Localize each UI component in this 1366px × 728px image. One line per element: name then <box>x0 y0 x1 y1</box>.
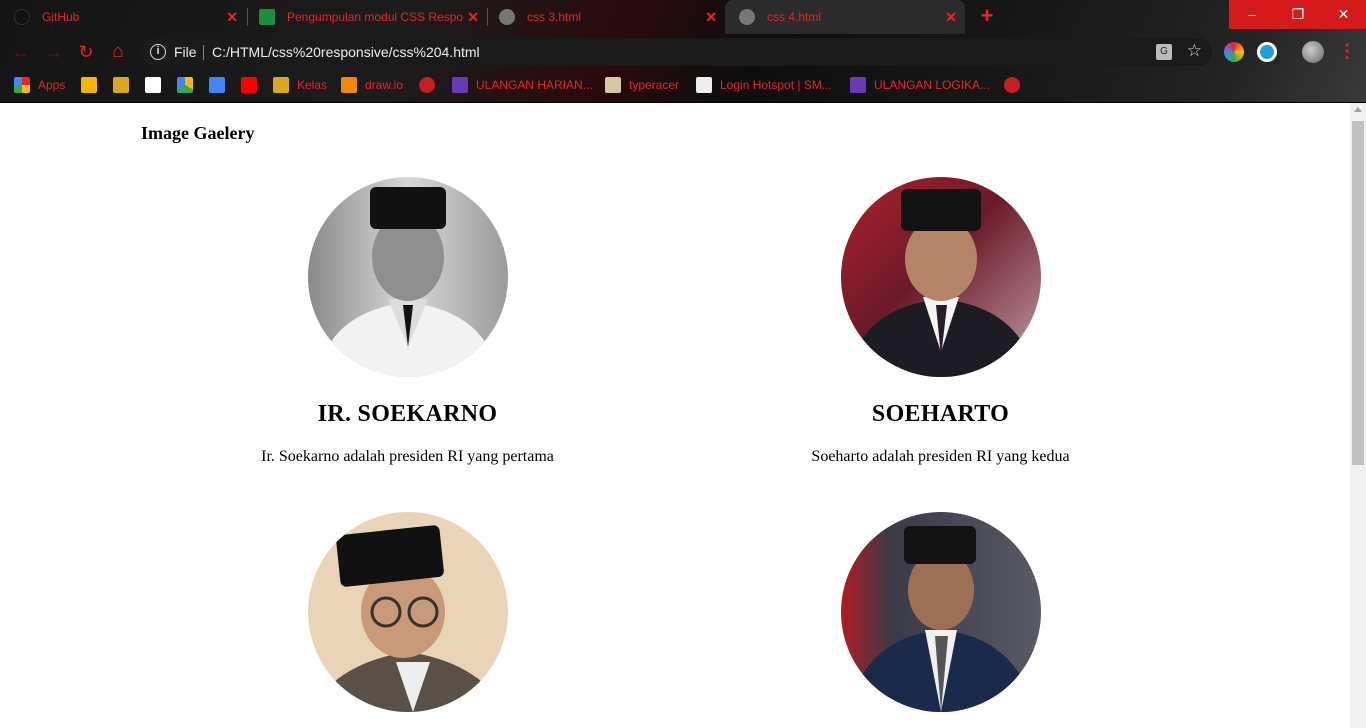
portrait-photo <box>840 512 1041 712</box>
scroll-up-arrow-icon[interactable] <box>1354 107 1362 112</box>
globe-icon <box>419 77 435 93</box>
card-description: Ir. Soekarno adalah presiden RI yang per… <box>261 448 554 465</box>
classroom-icon <box>259 9 275 25</box>
bookmark-label: Login Hotspot | SM... <box>720 78 832 92</box>
apps-grid-icon <box>14 77 30 93</box>
portrait-photo <box>307 512 508 712</box>
bookmark-item[interactable] <box>209 76 225 94</box>
page-scrollbar[interactable] <box>1350 103 1366 728</box>
scrollbar-thumb[interactable] <box>1352 121 1364 465</box>
bookmark-star-icon[interactable]: ☆ <box>1187 41 1202 61</box>
bookmark-item[interactable] <box>81 76 97 94</box>
forms-icon <box>850 77 866 93</box>
tab-title: GitHub <box>42 10 80 24</box>
tab-title: css 3.html <box>527 10 582 24</box>
docs-icon <box>209 77 225 93</box>
classroom-icon <box>273 77 289 93</box>
close-tab-icon[interactable]: ✕ <box>705 9 717 26</box>
info-icon[interactable]: i <box>150 44 166 60</box>
scheme-label: File <box>174 44 197 60</box>
close-window-button[interactable]: ✕ <box>1321 0 1366 29</box>
drawio-icon <box>341 77 357 93</box>
home-button[interactable]: ⌂ <box>107 41 129 63</box>
bookmark-item[interactable]: Kelas <box>273 76 327 94</box>
bookmark-item[interactable] <box>241 76 257 94</box>
bookmark-label: Kelas <box>297 78 328 92</box>
bookmark-item[interactable]: typeracer <box>605 76 679 94</box>
drive-icon <box>177 77 193 93</box>
bookmark-label: Apps <box>38 78 66 92</box>
portrait-photo <box>307 177 508 377</box>
bookmark-item[interactable]: Apps <box>14 76 65 94</box>
forward-button[interactable]: → <box>43 41 65 63</box>
gallery-card <box>141 512 674 712</box>
classroom-icon <box>113 77 129 93</box>
bookmark-item[interactable] <box>177 76 193 94</box>
tab-css4[interactable]: css 4.html ✕ <box>725 0 965 34</box>
card-name: SOEHARTO <box>871 401 1010 427</box>
github-icon <box>14 9 30 25</box>
new-tab-button[interactable]: + <box>976 5 998 28</box>
globe-icon <box>499 9 515 25</box>
close-tab-icon[interactable]: ✕ <box>226 9 238 26</box>
bookmark-item[interactable] <box>113 76 129 94</box>
tab-title: css 4.html <box>767 10 822 24</box>
bookmark-item[interactable]: Login Hotspot | SM... <box>696 76 832 94</box>
youtube-icon <box>241 77 257 93</box>
gmail-icon <box>145 77 161 93</box>
gallery-card <box>674 512 1207 712</box>
extension-loop-icon[interactable] <box>1257 42 1277 62</box>
close-tab-icon[interactable]: ✕ <box>467 9 479 26</box>
reload-button[interactable]: ↻ <box>75 41 97 63</box>
bookmark-item[interactable] <box>419 76 435 94</box>
divider <box>203 45 204 60</box>
address-bar[interactable]: i File C:/HTML/css%20responsive/css%204.… <box>140 38 1212 66</box>
tab-strip: GitHub ✕ Pengumpulan modul CSS Respon ✕ … <box>0 0 1230 34</box>
card-description: Soeharto adalah presiden RI yang kedua <box>811 448 1070 465</box>
bookmark-item[interactable] <box>145 76 161 94</box>
slides-icon <box>81 77 97 93</box>
bookmark-label: ULANGAN HARIAN... <box>476 78 593 92</box>
profile-avatar-icon[interactable] <box>1302 41 1324 63</box>
gallery-card: SOEHARTO Soeharto adalah presiden RI yan… <box>674 177 1207 466</box>
gallery-card: IR. SOEKARNO Ir. Soekarno adalah preside… <box>141 177 674 466</box>
minimize-button[interactable]: – <box>1229 0 1275 29</box>
tab-css3[interactable]: css 3.html ✕ <box>485 0 725 34</box>
restore-button[interactable]: ❐ <box>1275 0 1321 29</box>
close-tab-icon[interactable]: ✕ <box>945 9 957 26</box>
bookmark-item[interactable]: ULANGAN HARIAN... <box>452 76 593 94</box>
tab-title: Pengumpulan modul CSS Respon <box>287 10 463 24</box>
bookmark-label: typeracer <box>629 78 680 92</box>
browser-chrome: GitHub ✕ Pengumpulan modul CSS Respon ✕ … <box>0 0 1366 103</box>
bookmark-item[interactable]: draw.io <box>341 76 403 94</box>
bookmark-item[interactable] <box>1004 76 1020 94</box>
url-text[interactable]: C:/HTML/css%20responsive/css%204.html <box>212 44 480 60</box>
card-name: IR. SOEKARNO <box>317 401 498 427</box>
back-button[interactable]: ← <box>10 41 32 63</box>
page-viewport: Image Gaelery IR. SOEKARNO Ir. Soekarno … <box>0 103 1350 728</box>
menu-icon[interactable]: ⋮ <box>1338 42 1356 60</box>
tab-pengumpulan[interactable]: Pengumpulan modul CSS Respon ✕ <box>245 0 487 34</box>
bookmark-item[interactable]: ULANGAN LOGIKA... <box>850 76 990 94</box>
toolbar: ← → ↻ ⌂ i File C:/HTML/css%20responsive/… <box>0 34 1366 70</box>
tab-github[interactable]: GitHub ✕ <box>0 0 246 34</box>
bookmark-label: ULANGAN LOGIKA... <box>874 78 991 92</box>
globe-icon <box>1004 77 1020 93</box>
typeracer-icon <box>605 77 621 93</box>
hotspot-icon <box>696 77 712 93</box>
forms-icon <box>452 77 468 93</box>
globe-icon <box>739 9 755 25</box>
bookmark-label: draw.io <box>365 78 404 92</box>
translate-icon[interactable]: G <box>1156 44 1172 60</box>
extension-icon[interactable] <box>1224 42 1244 62</box>
page-title: Image Gaelery <box>141 123 255 143</box>
bookmarks-bar: Apps Kelas draw.io ULANGAN HARIAN... typerac… <box>0 70 1366 100</box>
portrait-photo <box>840 177 1041 377</box>
